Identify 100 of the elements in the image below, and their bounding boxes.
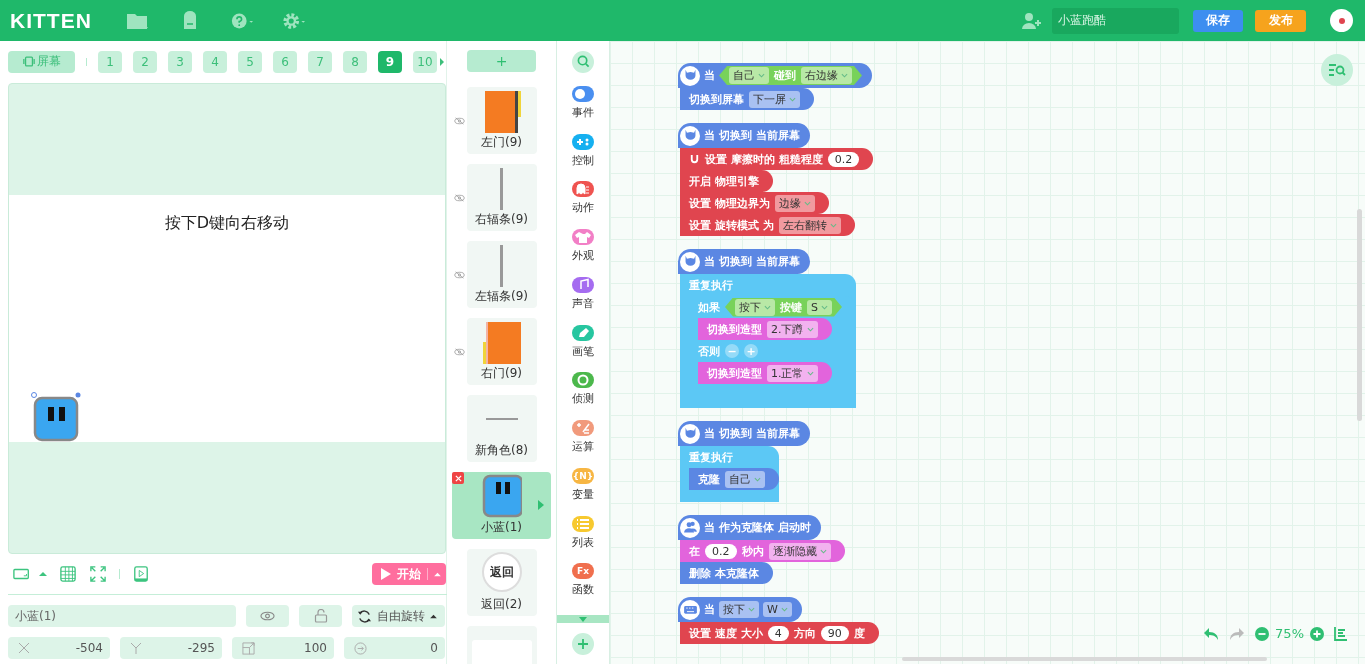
avatar[interactable] — [1330, 9, 1353, 32]
category-label[interactable]: 画笔 — [572, 343, 594, 359]
list-icon[interactable] — [572, 515, 594, 532]
block-dropdown[interactable]: 按下 — [735, 298, 775, 316]
category-label[interactable]: 声音 — [572, 295, 594, 311]
block-dropdown[interactable]: 下一屏 — [749, 90, 800, 108]
sprite-item[interactable]: 小蓝(1) — [452, 472, 551, 539]
code-block[interactable]: 设置 物理边界为 边缘 — [680, 192, 829, 214]
scroll-down-button[interactable] — [557, 615, 609, 624]
sprite-name: 左辐条(9) — [475, 288, 528, 305]
number-input[interactable]: 0.2 — [827, 151, 860, 167]
code-block[interactable]: 切换到屏幕 下一屏 — [680, 88, 814, 110]
block-dropdown[interactable]: 2.下蹲 — [767, 320, 818, 338]
category-label[interactable]: 运算 — [572, 439, 594, 455]
hidden-eye-icon[interactable] — [453, 194, 465, 202]
sprite-name: 返回(2) — [481, 596, 522, 613]
hidden-eye-icon[interactable] — [453, 117, 465, 125]
caret-icon[interactable] — [39, 571, 47, 577]
zoom-level: 75% — [1275, 626, 1304, 641]
sprite-item[interactable]: 返回 返回(2) — [466, 549, 537, 616]
grid-icon[interactable] — [59, 566, 77, 582]
category-label[interactable]: 函数 — [572, 582, 594, 598]
calc-icon[interactable] — [572, 420, 594, 437]
block-dropdown[interactable]: 左右翻转 — [778, 216, 841, 234]
event-block[interactable]: 当 自己 碰到 右边缘 — [678, 63, 872, 88]
play-preview-icon[interactable] — [132, 566, 150, 582]
number-input[interactable]: 0.2 — [705, 543, 737, 559]
music-icon[interactable] — [572, 276, 594, 293]
category-label[interactable]: 侦测 — [572, 391, 594, 407]
hidden-eye-icon[interactable] — [453, 348, 465, 356]
code-block[interactable]: 切换到造型 2.下蹲 — [698, 318, 832, 340]
block-dropdown[interactable]: S — [807, 299, 832, 315]
block-dropdown[interactable]: 1.正常 — [767, 364, 818, 382]
sprite-name: 小蓝(1) — [481, 519, 522, 536]
logo: KITTEN — [10, 8, 92, 33]
fullscreen-icon[interactable] — [89, 566, 107, 582]
category-label[interactable]: 外观 — [572, 248, 594, 264]
tidy-blocks-icon[interactable] — [1334, 626, 1348, 641]
code-block[interactable]: 在 0.2 秒内 逐渐隐藏 — [680, 540, 845, 562]
size-field[interactable]: 100 — [232, 637, 334, 659]
vertical-scrollbar[interactable] — [1357, 209, 1362, 421]
stage-size-icon[interactable] — [13, 566, 31, 582]
sprite-item[interactable]: 新角色(8) — [466, 395, 537, 462]
code-block[interactable]: 开启 物理引擎 — [680, 170, 773, 192]
scroll-right-icon[interactable] — [439, 57, 445, 66]
add-user-icon[interactable] — [1020, 10, 1044, 31]
number-input[interactable]: 90 — [820, 625, 849, 641]
caret-icon — [789, 96, 796, 102]
category-label[interactable]: 事件 — [572, 104, 594, 120]
code-block[interactable]: 切换到造型 1.正常 — [698, 362, 832, 384]
gamepad-icon[interactable] — [572, 133, 594, 150]
code-block[interactable]: 设置 旋转模式 为 左右翻转 — [680, 214, 855, 236]
pen-icon[interactable] — [572, 324, 594, 341]
caret-icon — [806, 370, 814, 376]
code-block[interactable]: 克隆 自己 — [689, 468, 779, 490]
add-extension-button[interactable] — [572, 633, 594, 655]
caret-icon — [748, 607, 755, 612]
block-label: 当 切换到 当前屏幕 — [704, 426, 800, 441]
toggle-icon[interactable] — [572, 85, 594, 102]
search-blocks-button[interactable] — [1321, 54, 1353, 86]
search-button[interactable] — [572, 51, 594, 73]
loop-block[interactable]: 重复执行 克隆 自己 — [680, 446, 779, 502]
code-block[interactable]: 设置 摩擦时的 粗糙程度 0.2 — [680, 148, 874, 170]
condition-block[interactable]: 按下 按键 S — [725, 297, 842, 317]
condition-block[interactable]: 自己 碰到 右边缘 — [719, 66, 862, 85]
zoom-in-icon[interactable] — [1310, 626, 1324, 641]
loop-block[interactable]: 重复执行 如果 按下 按键 S 切换到造型 2.下蹲 否则 − + 切换到造型 1.正常 — [680, 274, 856, 408]
y-field[interactable]: -295 — [120, 637, 222, 659]
block-dropdown[interactable]: W — [763, 602, 792, 617]
rotation-dropdown[interactable]: 自由旋转 — [352, 605, 445, 627]
caret-icon — [806, 326, 814, 332]
block-dropdown[interactable]: 自己 — [725, 470, 765, 488]
category-label[interactable]: 控制 — [572, 152, 594, 168]
visibility-button[interactable] — [246, 605, 289, 627]
block-dropdown[interactable]: 边缘 — [774, 194, 815, 212]
category-label[interactable]: 动作 — [572, 200, 594, 216]
block-dropdown[interactable]: 右边缘 — [801, 67, 852, 84]
block-dropdown[interactable]: 按下 — [719, 601, 759, 618]
lock-button[interactable] — [299, 605, 342, 627]
number-input[interactable]: 4 — [767, 625, 789, 641]
sprite-drawing[interactable] — [31, 392, 81, 442]
event-block[interactable]: 当 按下 W — [678, 597, 802, 622]
sprite-name-field[interactable]: 小蓝(1) — [8, 605, 236, 627]
settings-icon[interactable] — [281, 10, 306, 31]
category-label[interactable]: 列表 — [572, 534, 594, 550]
category-label[interactable]: 变量 — [572, 486, 594, 502]
block-dropdown[interactable]: 逐渐隐藏 — [768, 542, 831, 560]
redo-icon[interactable] — [1229, 626, 1246, 641]
hidden-eye-icon[interactable] — [453, 271, 465, 279]
direction-field[interactable]: 0 — [344, 637, 445, 659]
target-icon[interactable] — [572, 372, 594, 389]
block-dropdown[interactable]: 自己 — [729, 67, 769, 84]
code-block[interactable]: 设置 速度 大小 4 方向 90 度 — [680, 622, 879, 644]
delete-icon[interactable] — [452, 472, 464, 484]
x-field[interactable]: -504 — [8, 637, 110, 659]
undo-icon[interactable] — [1203, 626, 1220, 641]
horizontal-scrollbar[interactable] — [902, 657, 1267, 661]
shirt-icon[interactable] — [572, 229, 594, 246]
ghost-icon[interactable] — [572, 181, 594, 198]
zoom-out-icon[interactable] — [1255, 626, 1270, 641]
